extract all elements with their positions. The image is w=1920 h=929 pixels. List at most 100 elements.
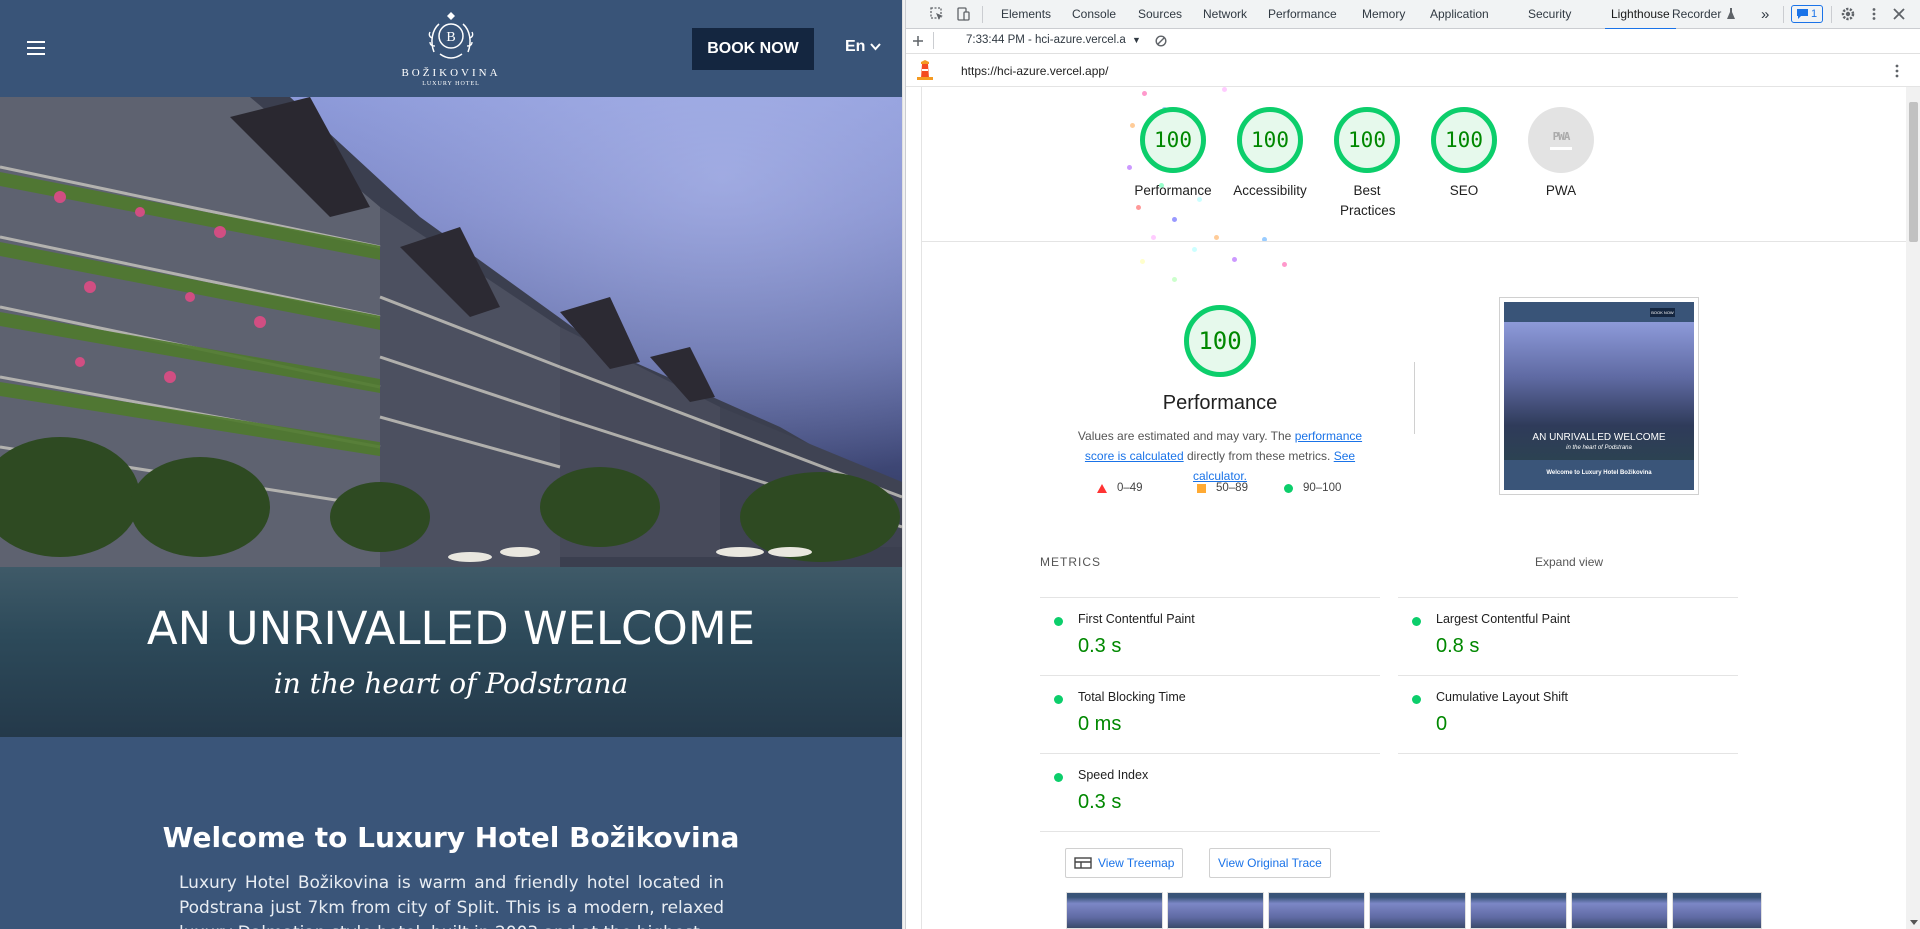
scroll-down-arrow-icon[interactable] bbox=[1910, 920, 1918, 925]
final-screenshot-thumbnail[interactable]: BOOK NOW AN UNRIVALLED WELCOME in the he… bbox=[1499, 297, 1699, 495]
hero-title: AN UNRIVALLED WELCOME bbox=[146, 602, 756, 655]
book-now-button[interactable]: BOOK NOW bbox=[692, 28, 814, 70]
inspect-element-icon[interactable] bbox=[930, 7, 944, 21]
chevron-down-icon bbox=[870, 43, 882, 51]
tab-sources[interactable]: Sources bbox=[1138, 0, 1182, 29]
more-tabs-chevron-icon[interactable]: » bbox=[1761, 0, 1769, 29]
welcome-paragraph: Luxury Hotel Božikovina is warm and frie… bbox=[179, 873, 724, 929]
metric-speed-index: Speed Index 0.3 s bbox=[1040, 753, 1380, 831]
gauge-ring: 100 bbox=[1237, 107, 1303, 173]
flask-icon bbox=[1727, 8, 1735, 19]
language-label: En bbox=[845, 38, 866, 55]
devtools-tab-bar: Elements Console Sources Network Perform… bbox=[906, 0, 1920, 30]
report-selector-label: 7:33:44 PM - hci-azure.vercel.a bbox=[966, 34, 1126, 46]
legend-average: 50–89 bbox=[1197, 482, 1248, 494]
score-gauge-performance[interactable]: 100 Performance bbox=[1134, 107, 1212, 201]
report-selector[interactable]: 7:33:44 PM - hci-azure.vercel.a ▼ bbox=[966, 34, 1141, 46]
pass-dot-icon bbox=[1412, 617, 1421, 626]
lighthouse-report: 100 Performance 100 Accessibility 100 Be… bbox=[921, 87, 1906, 929]
score-gauge-seo[interactable]: 100 SEO bbox=[1431, 107, 1497, 201]
filmstrip-frame bbox=[1268, 892, 1365, 929]
filmstrip-frame bbox=[1470, 892, 1567, 929]
hotel-brand-subtitle: LUXURY HOTEL bbox=[422, 81, 480, 87]
gauge-label: Best Practices bbox=[1340, 183, 1396, 218]
triangle-icon bbox=[1097, 483, 1107, 493]
close-icon[interactable] bbox=[1892, 7, 1906, 21]
legend-fail: 0–49 bbox=[1097, 482, 1143, 494]
issues-badge[interactable]: 1 bbox=[1791, 5, 1823, 23]
performance-title: Performance bbox=[1162, 392, 1278, 414]
dropdown-triangle-icon: ▼ bbox=[1132, 35, 1141, 45]
welcome-heading: Welcome to Luxury Hotel Božikovina bbox=[162, 821, 740, 854]
tab-recorder[interactable]: Recorder bbox=[1672, 0, 1721, 29]
lighthouse-toolbar: 7:33:44 PM - hci-azure.vercel.a ▼ bbox=[906, 29, 1920, 54]
filmstrip-frame bbox=[1167, 892, 1264, 929]
lighthouse-logo-icon bbox=[917, 60, 933, 80]
svg-text:B: B bbox=[446, 30, 455, 45]
hotel-brand-name: BOŽIKOVINA bbox=[401, 67, 501, 79]
expand-view-toggle[interactable]: Expand view bbox=[1535, 555, 1603, 569]
welcome-section: Welcome to Luxury Hotel Božikovina Luxur… bbox=[0, 737, 902, 929]
screen: B BOŽIKOVINA LUXURY HOTEL BOOK NOW En AN… bbox=[0, 0, 1920, 929]
gauge-label: SEO bbox=[1449, 183, 1479, 198]
gauge-label: Performance bbox=[1134, 183, 1212, 198]
metric-lcp: Largest Contentful Paint 0.8 s bbox=[1398, 597, 1738, 675]
report-scrollbar[interactable] bbox=[1906, 87, 1920, 929]
block-icon[interactable] bbox=[1155, 35, 1167, 47]
kebab-menu-icon[interactable] bbox=[1867, 7, 1881, 21]
metric-tbt: Total Blocking Time 0 ms bbox=[1040, 675, 1380, 753]
view-treemap-button[interactable]: View Treemap bbox=[1065, 848, 1184, 878]
pass-dot-icon bbox=[1054, 773, 1063, 782]
performance-description: Values are estimated and may vary. The p… bbox=[1077, 429, 1363, 483]
scroll-thumb[interactable] bbox=[1909, 102, 1918, 242]
gauge-label: Accessibility bbox=[1233, 183, 1307, 198]
pass-dot-icon bbox=[1054, 695, 1063, 704]
score-gauge-pwa[interactable]: PWA PWA bbox=[1528, 107, 1594, 201]
hero-subtitle: in the heart of Podstrana bbox=[273, 667, 629, 700]
gauge-ring: 100 bbox=[1431, 107, 1497, 173]
score-gauge-accessibility[interactable]: 100 Accessibility bbox=[1233, 107, 1307, 201]
gear-icon[interactable] bbox=[1841, 7, 1855, 21]
hamburger-icon[interactable] bbox=[27, 41, 45, 55]
hero-banner: AN UNRIVALLED WELCOME in the heart of Po… bbox=[0, 97, 902, 737]
tab-application[interactable]: Application bbox=[1430, 0, 1489, 29]
tab-network[interactable]: Network bbox=[1203, 0, 1247, 29]
tab-elements[interactable]: Elements bbox=[1001, 0, 1051, 29]
hotel-logo[interactable]: B BOŽIKOVINA LUXURY HOTEL bbox=[400, 8, 502, 92]
gauge-ring: 100 bbox=[1140, 107, 1206, 173]
pwa-icon: PWA bbox=[1528, 107, 1594, 173]
site-header: B BOŽIKOVINA LUXURY HOTEL BOOK NOW En bbox=[0, 0, 902, 97]
language-selector[interactable]: En bbox=[845, 38, 882, 56]
tab-security[interactable]: Security bbox=[1528, 0, 1571, 29]
metric-fcp: First Contentful Paint 0.3 s bbox=[1040, 597, 1380, 675]
tab-performance[interactable]: Performance bbox=[1268, 0, 1337, 29]
gauge-ring: 100 bbox=[1334, 107, 1400, 173]
filmstrip-frame bbox=[1571, 892, 1668, 929]
score-gauge-best-practices[interactable]: 100 Best Practices bbox=[1334, 107, 1400, 221]
gauge-label: PWA bbox=[1545, 183, 1577, 198]
tab-lighthouse[interactable]: Lighthouse bbox=[1605, 0, 1676, 30]
square-icon bbox=[1197, 483, 1206, 493]
pass-dot-icon bbox=[1054, 617, 1063, 626]
tab-console[interactable]: Console bbox=[1072, 0, 1116, 29]
tab-memory[interactable]: Memory bbox=[1362, 0, 1405, 29]
circle-icon bbox=[1284, 483, 1293, 493]
filmstrip-frame bbox=[1672, 892, 1762, 929]
website-viewport: B BOŽIKOVINA LUXURY HOTEL BOOK NOW En AN… bbox=[0, 0, 902, 929]
performance-score-gauge: 100 bbox=[1184, 305, 1256, 377]
plus-icon[interactable] bbox=[912, 35, 924, 47]
metrics-header: METRICS bbox=[1040, 555, 1101, 569]
metric-cls: Cumulative Layout Shift 0 bbox=[1398, 675, 1738, 753]
filmstrip-frame bbox=[1066, 892, 1163, 929]
lighthouse-url-bar: https://hci-azure.vercel.app/ bbox=[906, 54, 1920, 87]
filmstrip-frame bbox=[1369, 892, 1466, 929]
pass-dot-icon bbox=[1412, 695, 1421, 704]
devtools-panel: Elements Console Sources Network Perform… bbox=[905, 0, 1920, 929]
audited-url[interactable]: https://hci-azure.vercel.app/ bbox=[961, 64, 1108, 78]
device-toolbar-icon[interactable] bbox=[956, 7, 970, 21]
view-original-trace-button[interactable]: View Original Trace bbox=[1209, 848, 1331, 878]
legend-pass: 90–100 bbox=[1284, 482, 1341, 494]
kebab-menu-icon[interactable] bbox=[1894, 64, 1900, 78]
issues-count: 1 bbox=[1810, 8, 1818, 20]
chat-icon bbox=[1796, 9, 1808, 19]
